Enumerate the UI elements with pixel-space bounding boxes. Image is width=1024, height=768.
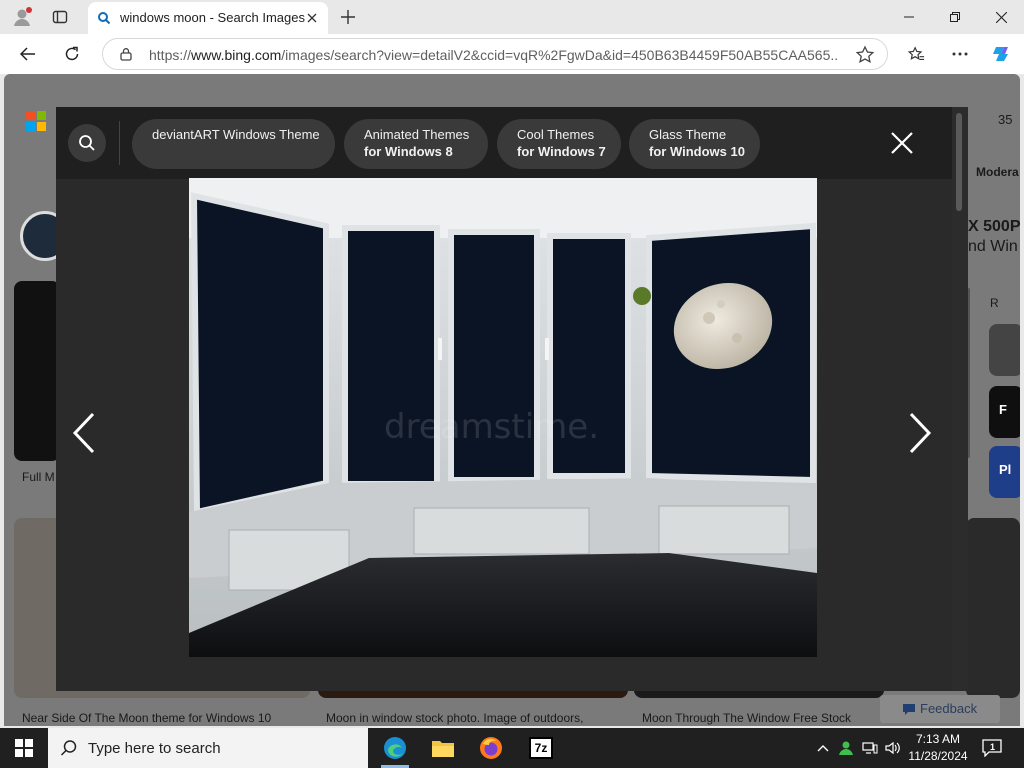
filter-fragment[interactable]: Modera [976,165,1019,179]
taskbar-search-box[interactable]: Type here to search [48,728,368,768]
url-host: www.bing.com [191,47,282,63]
search-icon [60,740,77,756]
caption-1[interactable]: Near Side Of The Moon theme for Windows … [22,711,271,725]
network-icon[interactable] [860,738,880,758]
product-fragment-1: X 500P [968,218,1020,235]
restore-icon[interactable] [932,0,978,34]
notification-center-icon[interactable]: 1 [980,736,1006,760]
microsoft-logo-icon[interactable] [26,111,46,131]
side-label-1[interactable]: Full M [22,470,55,484]
copilot-icon[interactable] [988,40,1016,68]
lock-icon[interactable] [119,47,133,61]
chip-label-line2: for Windows 10 [649,144,745,159]
chip-label-line2: for Windows 8 [364,144,453,159]
product-thumb-1[interactable] [989,324,1020,376]
close-viewer-icon[interactable] [886,127,918,159]
chip-label-line1: Glass Theme [649,127,727,142]
taskbar-search-placeholder: Type here to search [88,740,221,757]
minimize-icon[interactable] [886,0,932,34]
chip-label-line2: for Windows 7 [517,144,606,159]
feedback-button[interactable]: Feedback [880,695,1000,723]
related-chip-animated-themes[interactable]: Animated Themes for Windows 8 [344,119,488,169]
feedback-label: Feedback [920,701,978,716]
profile-icon[interactable] [10,5,34,29]
file-explorer-icon[interactable] [419,728,467,768]
tab-close-icon[interactable] [304,10,320,26]
viewer-scrollbar[interactable] [952,107,968,691]
user-tray-icon[interactable] [836,738,856,758]
back-arrow-icon[interactable] [14,40,42,68]
show-hidden-icons-icon[interactable] [813,738,833,758]
feedback-icon [903,704,915,715]
main-image[interactable]: dreamstime. [189,178,817,657]
clock-time: 7:13 AM [915,732,961,746]
tab-active[interactable]: windows moon - Search Images [88,2,328,34]
header-divider [119,121,120,165]
divider-line [968,288,970,458]
product-button-pl[interactable]: Pl [989,446,1020,498]
product-fragment-2: nd Win [968,238,1018,255]
next-image-icon[interactable] [900,407,940,459]
favorite-star-icon[interactable] [855,45,875,65]
tab-actions-icon[interactable] [48,5,72,29]
url-path: /images/search?view=detailV2&ccid=vqR%2F… [281,47,839,63]
related-chip-cool-themes[interactable]: Cool Themes for Windows 7 [497,119,621,169]
refresh-icon[interactable] [58,40,86,68]
tab-title: windows moon - Search Images [120,10,305,25]
browser-toolbar: https://www.bing.com/images/search?view=… [0,34,1024,74]
related-chip-deviantart[interactable]: deviantART Windows Theme [132,119,335,169]
url-prefix: https:// [149,47,192,63]
search-favicon-icon [98,12,111,25]
result-thumbnail-left[interactable] [14,281,60,461]
related-searches-bar: deviantART Windows Theme Animated Themes… [56,107,968,179]
image-viewer-overlay: deviantART Windows Theme Animated Themes… [56,107,968,691]
room-moon-photo: dreamstime. [189,178,817,657]
notification-count: 1 [990,742,996,752]
watermark-text: dreamstime. [384,407,599,447]
address-bar[interactable]: https://www.bing.com/images/search?view=… [102,38,888,70]
7zip-taskbar-icon[interactable]: 7z [517,728,565,768]
edge-taskbar-icon[interactable] [371,728,419,768]
visual-search-icon[interactable] [68,124,106,162]
caption-3[interactable]: Moon Through The Window Free Stock [642,711,851,725]
chip-label-line1: Animated Themes [364,127,470,142]
clock-date: 11/28/2024 [908,749,968,763]
url-text[interactable]: https://www.bing.com/images/search?view=… [149,47,839,63]
chip-label-line1: deviantART Windows Theme [152,127,320,142]
new-tab-icon[interactable] [336,5,360,29]
firefox-icon[interactable] [467,728,515,768]
scrollbar-thumb[interactable] [956,113,962,211]
volume-icon[interactable] [883,738,903,758]
caption-2[interactable]: Moon in window stock photo. Image of out… [326,711,583,725]
count-fragment: 35 [998,112,1013,127]
close-window-icon[interactable] [978,0,1024,34]
more-options-icon[interactable] [946,40,974,68]
taskbar: Type here to search 7z 7:13 AM 11/28/202… [0,728,1024,768]
windows-start-icon[interactable] [0,728,48,768]
result-thumbnail-4[interactable] [966,518,1020,698]
cart-fragment: R [990,296,999,310]
tab-strip: windows moon - Search Images [0,0,1024,34]
previous-image-icon[interactable] [64,407,104,459]
favorites-icon[interactable] [902,40,930,68]
product-button-f[interactable]: F [989,386,1020,438]
chip-label-line1: Cool Themes [517,127,595,142]
related-chip-glass-theme[interactable]: Glass Theme for Windows 10 [629,119,760,169]
taskbar-clock[interactable]: 7:13 AM 11/28/2024 [906,731,970,765]
7zip-label: 7z [529,737,553,759]
